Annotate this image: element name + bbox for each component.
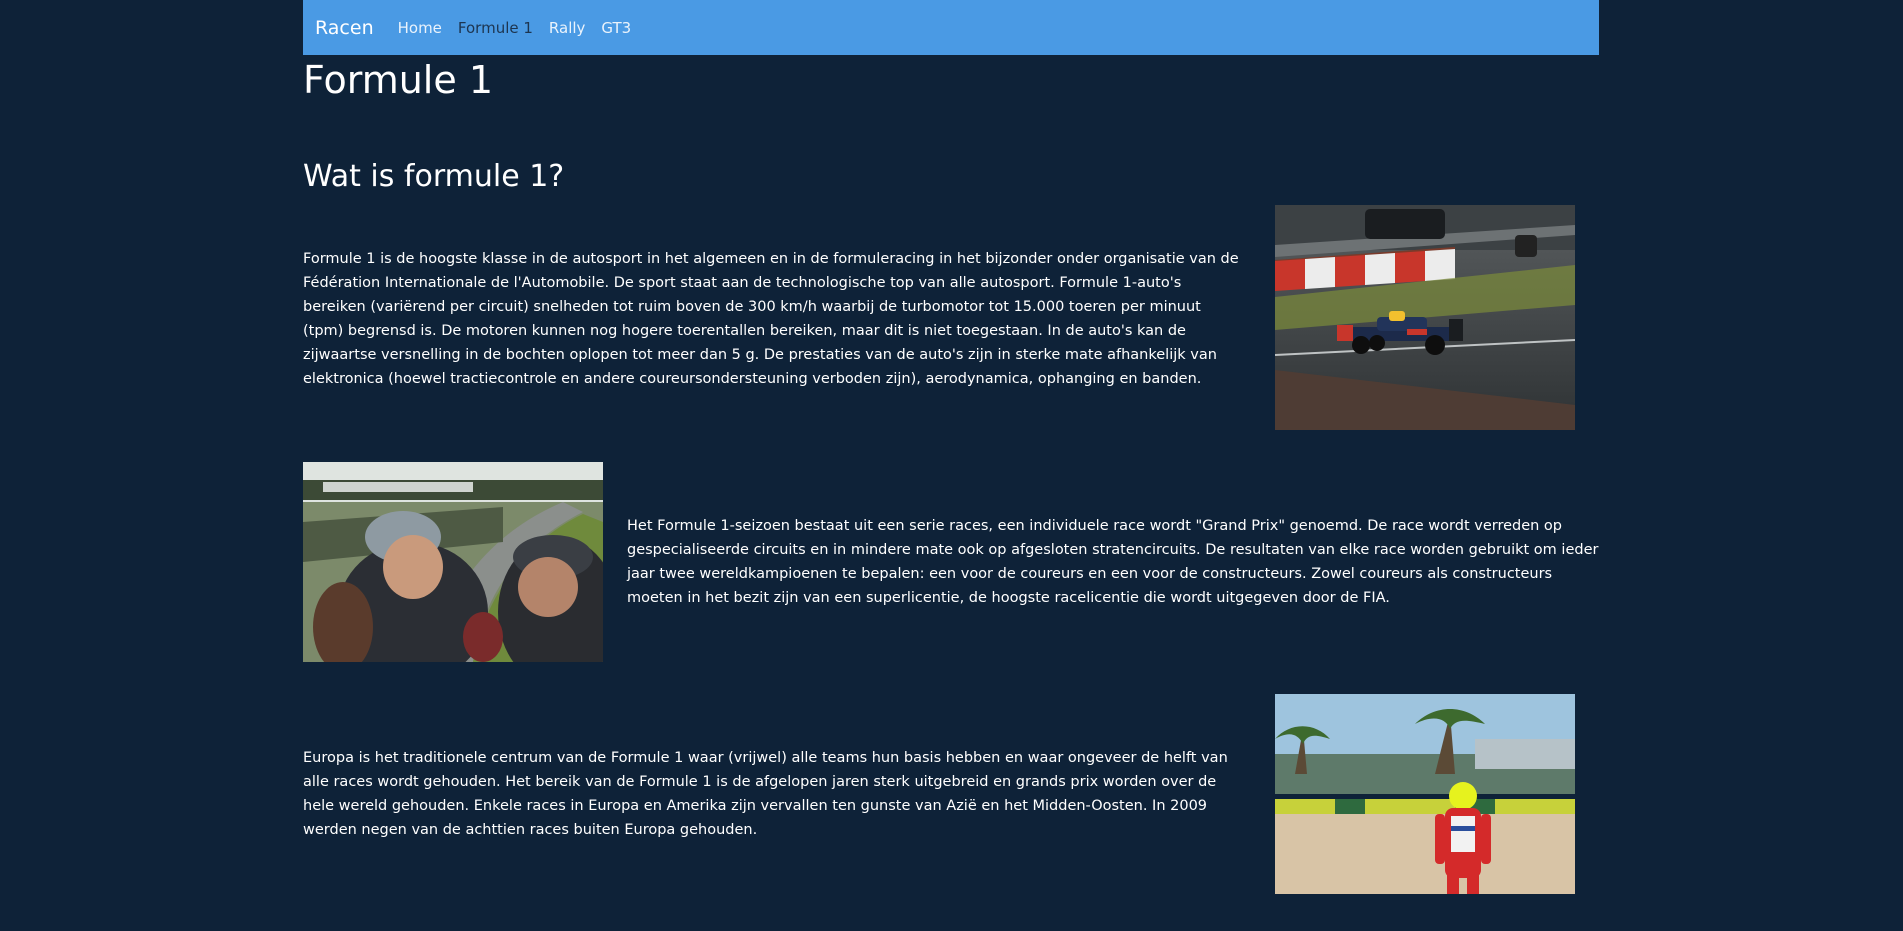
nav-link-formule-1[interactable]: Formule 1 <box>458 19 533 37</box>
paragraph-season: Het Formule 1-seizoen bestaat uit een se… <box>627 518 1599 606</box>
f1-car-photo <box>1275 205 1575 430</box>
paragraph-intro: Formule 1 is de hoogste klasse in de aut… <box>303 251 1239 387</box>
nav-link-rally[interactable]: Rally <box>549 19 586 37</box>
paragraph-europe: Europa is het traditionele centrum van d… <box>303 750 1228 838</box>
nav-link-gt3[interactable]: GT3 <box>601 19 631 37</box>
marshal-photo <box>1275 694 1575 894</box>
spectators-photo <box>303 462 603 662</box>
section-title: Wat is formule 1? <box>303 159 565 194</box>
page-title: Formule 1 <box>303 58 493 102</box>
navbar: Racen Home Formule 1 Rally GT3 <box>303 0 1599 55</box>
brand-link[interactable]: Racen <box>315 17 374 39</box>
page-container: Racen Home Formule 1 Rally GT3 Formule 1… <box>303 0 1599 894</box>
nav-link-home[interactable]: Home <box>398 19 442 37</box>
